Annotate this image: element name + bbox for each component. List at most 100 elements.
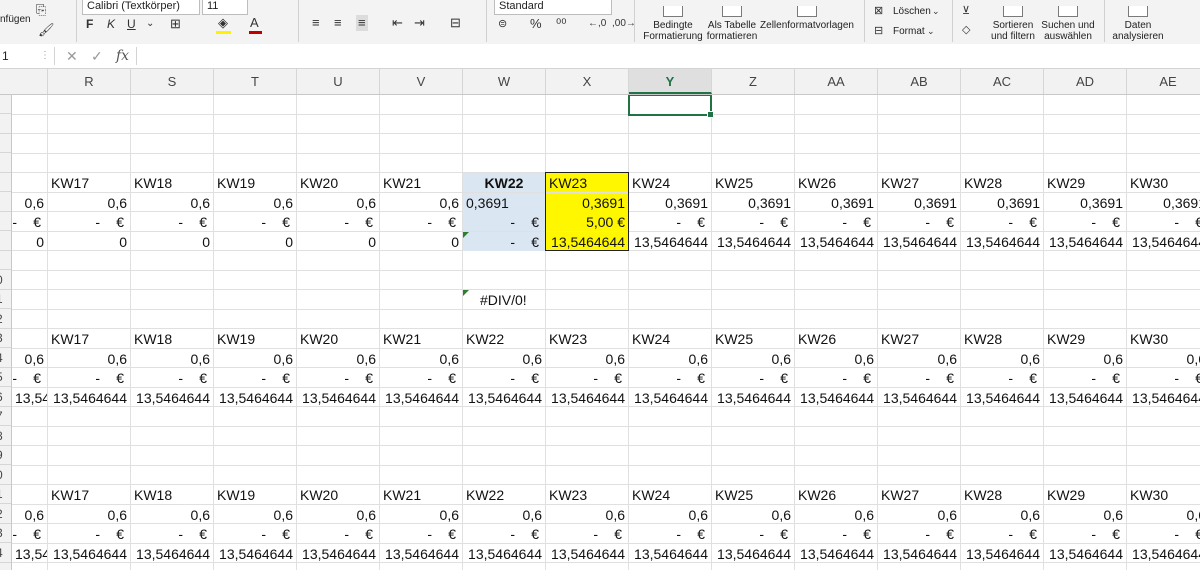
week-header-cell[interactable]: KW18 bbox=[131, 485, 213, 504]
total-cell[interactable]: 13,5464644 bbox=[214, 544, 296, 563]
week-header-cell[interactable]: KW25 bbox=[712, 485, 794, 504]
currency-cell[interactable]: - € bbox=[131, 368, 213, 387]
format-painter-icon[interactable]: 🖌 bbox=[38, 22, 55, 38]
total-cell[interactable]: 13,5464644 bbox=[795, 232, 877, 251]
currency-cell[interactable]: - € bbox=[214, 212, 296, 231]
outdent-icon[interactable]: ⇥ bbox=[414, 15, 425, 31]
total-cell[interactable]: 13,5464644 bbox=[961, 232, 1043, 251]
week-header-cell[interactable]: KW22 bbox=[463, 485, 545, 504]
row-header[interactable]: 9 bbox=[0, 446, 11, 465]
error-cell[interactable]: #DIV/0! bbox=[477, 290, 556, 309]
rate-cell[interactable]: 0,6 bbox=[1127, 349, 1200, 368]
currency-cell[interactable]: - € bbox=[712, 212, 794, 231]
italic-button[interactable]: K bbox=[107, 16, 115, 32]
font-size-select[interactable]: 11 bbox=[202, 0, 248, 15]
font-name-select[interactable]: Calibri (Textkörper) bbox=[82, 0, 200, 15]
row-header[interactable]: 6 bbox=[0, 388, 11, 407]
row-header[interactable] bbox=[0, 251, 11, 270]
bold-button[interactable]: F bbox=[86, 16, 93, 32]
chevron-down-icon[interactable]: ⌄ bbox=[932, 3, 940, 19]
week-header-cell[interactable]: KW27 bbox=[878, 485, 960, 504]
currency-cell[interactable]: - € bbox=[629, 368, 711, 387]
name-box-chevron-icon[interactable]: ⋮ bbox=[40, 47, 50, 65]
total-cell[interactable]: 13,5464644 bbox=[1044, 232, 1126, 251]
rate-cell[interactable]: 0,6 bbox=[380, 349, 462, 368]
rate-cell[interactable]: 0,6 bbox=[1127, 505, 1200, 524]
week-header-cell[interactable]: KW18 bbox=[131, 329, 213, 348]
rate-cell[interactable]: 0,6 bbox=[1044, 349, 1126, 368]
row-header[interactable] bbox=[0, 193, 11, 212]
week-header-cell[interactable]: KW20 bbox=[297, 329, 379, 348]
currency-cell[interactable]: - € bbox=[629, 212, 711, 231]
autosum-icon[interactable]: ⊻ bbox=[962, 3, 970, 19]
column-header-z[interactable]: Z bbox=[712, 69, 795, 94]
rate-cell[interactable]: 0,3691 bbox=[546, 192, 628, 212]
row-header[interactable]: 5 bbox=[0, 368, 11, 387]
currency-cell[interactable]: - € bbox=[12, 368, 47, 387]
delete-icon[interactable]: ⊠ bbox=[874, 3, 883, 19]
currency-cell[interactable]: - € bbox=[878, 212, 960, 231]
total-cell[interactable]: 0 bbox=[297, 232, 379, 251]
week-header-cell[interactable]: KW21 bbox=[380, 173, 462, 192]
rate-cell[interactable]: 0,6 bbox=[463, 349, 545, 368]
currency-cell[interactable]: - € bbox=[878, 524, 960, 543]
total-cell[interactable]: 13,5464644 bbox=[1127, 232, 1200, 251]
currency-cell[interactable]: - € bbox=[1127, 368, 1200, 387]
rate-cell[interactable]: 0,6 bbox=[214, 349, 296, 368]
insert-function-button[interactable]: fx bbox=[116, 47, 129, 65]
total-cell[interactable]: 13,5464644 bbox=[629, 232, 711, 251]
week-header-cell[interactable]: KW17 bbox=[48, 329, 130, 348]
column-header-ac[interactable]: AC bbox=[961, 69, 1044, 94]
total-cell[interactable]: 13,5464644 bbox=[546, 231, 628, 251]
total-cell[interactable]: 13,5464644 bbox=[961, 544, 1043, 563]
font-color-icon[interactable]: A bbox=[250, 15, 259, 31]
currency-cell[interactable]: - € bbox=[1044, 524, 1126, 543]
rate-cell[interactable]: 0,6 bbox=[12, 505, 47, 524]
chevron-down-icon[interactable]: ⌄ bbox=[927, 23, 935, 39]
currency-cell[interactable]: - € bbox=[629, 524, 711, 543]
row-header[interactable]: 0 bbox=[0, 466, 11, 485]
rate-cell[interactable]: 0,6 bbox=[712, 349, 794, 368]
rate-cell[interactable]: 0,6 bbox=[546, 505, 628, 524]
currency-cell[interactable]: - € bbox=[463, 368, 545, 387]
row-header[interactable] bbox=[0, 173, 11, 192]
currency-cell[interactable]: - € bbox=[961, 368, 1043, 387]
rate-cell[interactable]: 0,6 bbox=[878, 505, 960, 524]
row-header[interactable] bbox=[0, 232, 11, 251]
percent-button[interactable]: % bbox=[530, 16, 542, 32]
week-header-cell[interactable]: KW24 bbox=[629, 485, 711, 504]
rate-cell[interactable]: 0,6 bbox=[380, 505, 462, 524]
total-cell[interactable]: 13,5464644 bbox=[131, 544, 213, 563]
paste-label[interactable]: nfügen bbox=[0, 14, 31, 25]
week-header-cell[interactable]: KW19 bbox=[214, 485, 296, 504]
week-header-cell[interactable]: KW25 bbox=[712, 329, 794, 348]
week-header-cell[interactable]: KW23 bbox=[546, 329, 628, 348]
currency-cell[interactable]: - € bbox=[546, 368, 628, 387]
total-cell[interactable]: 13,5464644 bbox=[12, 388, 47, 407]
indent-icon[interactable]: ⇤ bbox=[392, 15, 403, 31]
rate-cell[interactable]: 0,3691 bbox=[463, 192, 545, 212]
week-header-cell[interactable]: KW21 bbox=[380, 485, 462, 504]
column-header-w[interactable]: W bbox=[463, 69, 546, 94]
currency-cell[interactable]: - € bbox=[297, 524, 379, 543]
rate-cell[interactable]: 0,6 bbox=[297, 193, 379, 212]
rate-cell[interactable]: 0,3691 bbox=[1044, 193, 1126, 212]
currency-cell[interactable]: - € bbox=[1044, 212, 1126, 231]
column-header-x[interactable]: X bbox=[546, 69, 629, 94]
row-header[interactable] bbox=[0, 212, 11, 231]
error-indicator-icon[interactable] bbox=[463, 231, 469, 238]
currency-cell[interactable]: - € bbox=[878, 368, 960, 387]
rate-cell[interactable]: 0,6 bbox=[214, 193, 296, 212]
conditional-formatting-button[interactable]: Bedingte Formatierung bbox=[642, 6, 704, 42]
merge-cells-icon[interactable]: ⊟ bbox=[450, 15, 461, 31]
week-header-cell[interactable]: KW24 bbox=[629, 329, 711, 348]
accounting-icon[interactable]: ⊜ bbox=[498, 16, 507, 32]
total-cell[interactable]: 0 bbox=[131, 232, 213, 251]
row-header[interactable]: 3 bbox=[0, 329, 11, 348]
rate-cell[interactable]: 0,6 bbox=[629, 349, 711, 368]
currency-cell[interactable]: - € bbox=[48, 368, 130, 387]
week-header-cell[interactable]: KW27 bbox=[878, 173, 960, 192]
column-header[interactable] bbox=[12, 69, 48, 94]
currency-cell[interactable]: - € bbox=[795, 524, 877, 543]
total-cell[interactable]: 0 bbox=[214, 232, 296, 251]
